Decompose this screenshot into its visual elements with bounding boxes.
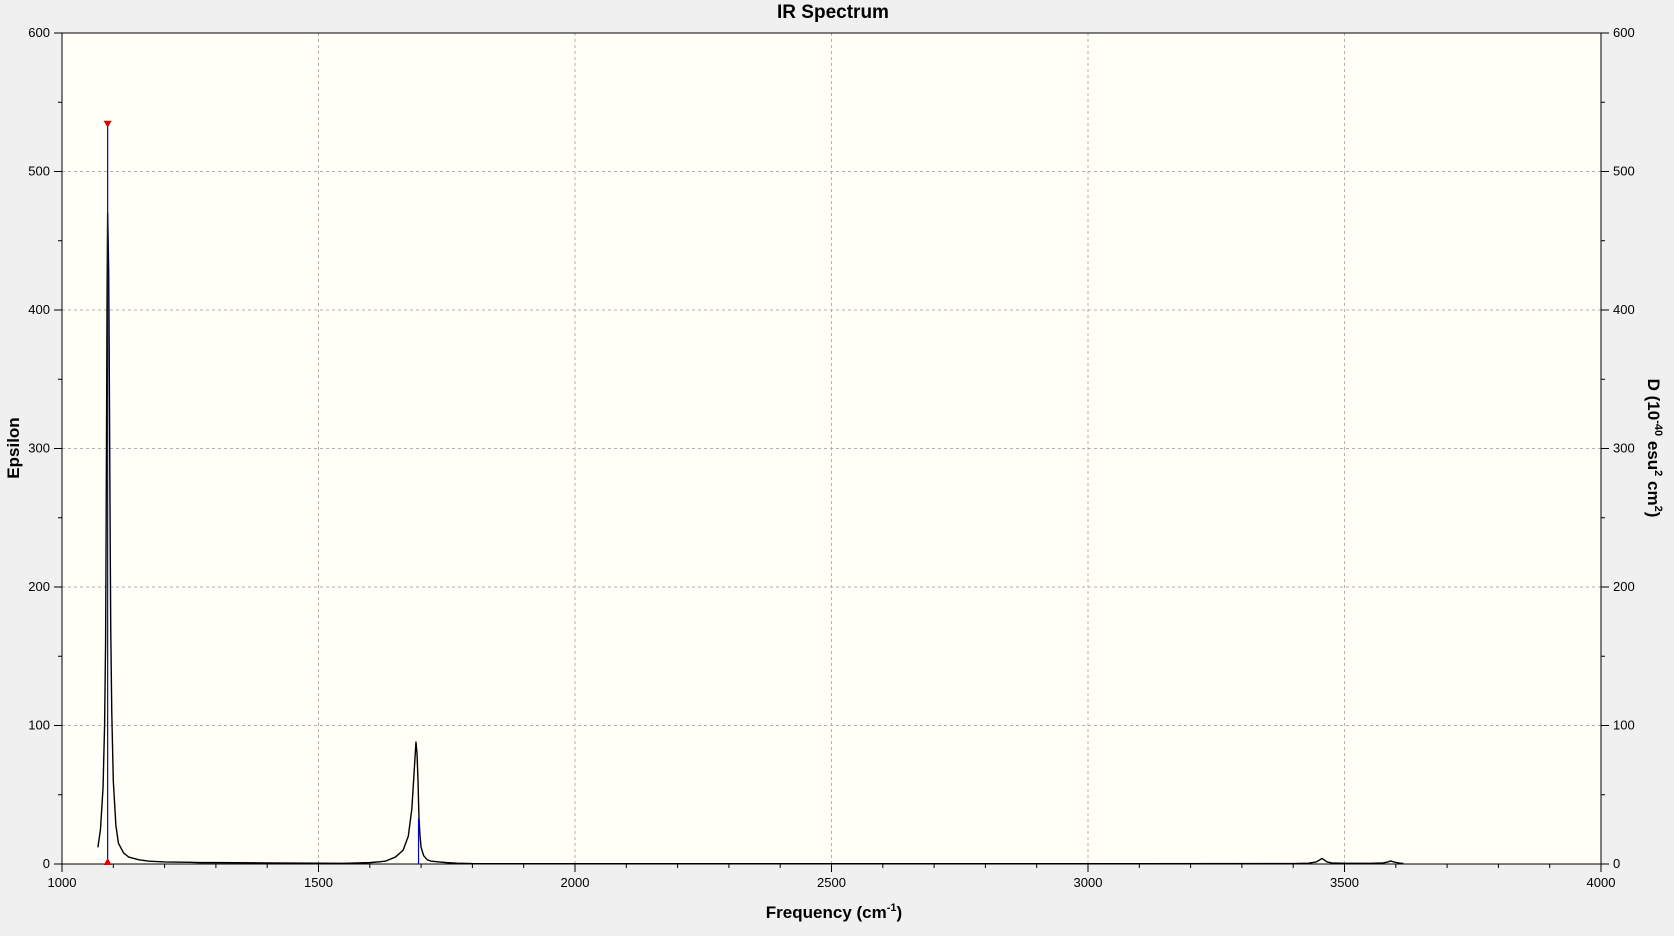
y-right-tick-label: 300 bbox=[1613, 441, 1635, 456]
x-tick-label: 2500 bbox=[817, 875, 846, 890]
y-left-tick-label: 400 bbox=[28, 302, 50, 317]
y-left-tick-label: 0 bbox=[43, 856, 50, 871]
x-tick-label: 2000 bbox=[561, 875, 590, 890]
y-axis-title-left: Epsilon bbox=[4, 417, 23, 478]
y-right-tick-label: 200 bbox=[1613, 579, 1635, 594]
x-tick-label: 4000 bbox=[1587, 875, 1616, 890]
x-tick-label: 1500 bbox=[304, 875, 333, 890]
y-left-tick-label: 300 bbox=[28, 441, 50, 456]
x-tick-label: 1000 bbox=[48, 875, 77, 890]
y-right-tick-label: 0 bbox=[1613, 856, 1620, 871]
y-left-tick-label: 600 bbox=[28, 25, 50, 40]
chart-title: IR Spectrum bbox=[777, 2, 889, 23]
y-left-tick-label: 100 bbox=[28, 718, 50, 733]
x-axis-title: Frequency (cm-1) bbox=[766, 902, 902, 922]
y-right-tick-label: 400 bbox=[1613, 302, 1635, 317]
x-tick-label: 3500 bbox=[1330, 875, 1359, 890]
y-left-tick-label: 200 bbox=[28, 579, 50, 594]
y-axis-title-right: D (10-40 esu2 cm2) bbox=[1644, 379, 1664, 518]
x-tick-label: 3000 bbox=[1074, 875, 1103, 890]
y-right-tick-label: 600 bbox=[1613, 25, 1635, 40]
y-right-tick-label: 500 bbox=[1613, 164, 1635, 179]
y-right-tick-label: 100 bbox=[1613, 718, 1635, 733]
y-left-tick-label: 500 bbox=[28, 164, 50, 179]
chart-svg: 1000 1500 2000 2500 3000 3500 4000010020030040… bbox=[4, 2, 1664, 922]
ir-spectrum-chart: 1000 1500 2000 2500 3000 3500 4000 0 100 200 300 40… bbox=[0, 0, 1674, 931]
